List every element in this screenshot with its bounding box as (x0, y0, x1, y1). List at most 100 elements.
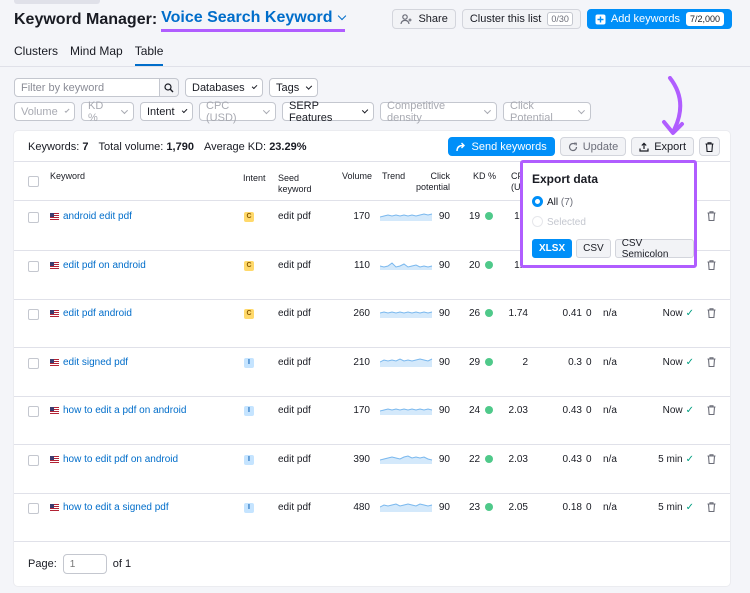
intent-filter-label: Intent (147, 105, 175, 118)
row-trash-icon[interactable] (707, 211, 716, 221)
pagination: Page: of 1 (28, 554, 131, 574)
cpc-value: 2.03 (508, 453, 528, 465)
intent-badge: C (244, 212, 254, 222)
search-button[interactable] (160, 78, 179, 97)
send-keywords-button[interactable]: Send keywords (447, 137, 555, 156)
cluster-button[interactable]: Cluster this list 0/30 (461, 9, 581, 29)
chevron-down-icon (578, 107, 586, 114)
click-potential-value: 90 (438, 211, 450, 222)
cpc-filter[interactable]: CPC (USD) (199, 100, 276, 124)
row-checkbox[interactable] (28, 406, 39, 417)
click-potential-value: 90 (438, 259, 450, 271)
format-csv-semicolon-button[interactable]: CSV Semicolon (614, 238, 694, 260)
share-button[interactable]: Share (392, 9, 456, 29)
view-tabs: Clusters Mind Map Table (14, 44, 164, 66)
table-row: how to edit a signed pdf Iedit pdf 480 90 23… (14, 494, 730, 542)
col-kd[interactable]: KD % (473, 171, 496, 182)
col-click-potential[interactable]: Click potential (414, 171, 450, 193)
click-potential-value: 90 (438, 308, 450, 319)
row-checkbox[interactable] (28, 309, 39, 320)
updated-status: Now ✓ (662, 356, 694, 368)
updated-status: Now ✓ (662, 405, 694, 416)
zero-click-value: 0 (586, 453, 592, 465)
row-checkbox[interactable] (28, 454, 39, 466)
updated-status: 5 min ✓ (658, 453, 694, 465)
row-trash-icon[interactable] (707, 453, 716, 464)
col-volume[interactable]: Volume (342, 171, 372, 182)
delete-button[interactable] (699, 137, 720, 156)
tags-dropdown[interactable]: Tags (269, 78, 318, 97)
select-all-checkbox[interactable] (28, 176, 39, 187)
page-label: Page: (28, 558, 57, 570)
intent-filter[interactable]: Intent (140, 102, 193, 121)
volume-value: 170 (353, 405, 370, 416)
us-flag-icon (50, 504, 59, 511)
competition-value: 0.41 (562, 308, 582, 319)
update-button[interactable]: Update (559, 137, 627, 156)
table-row: edit pdf android Cedit pdf 260 90 26 1.74 0.41… (14, 300, 730, 348)
col-keyword[interactable]: Keyword (50, 171, 85, 182)
row-trash-icon[interactable] (707, 356, 716, 367)
databases-dropdown[interactable]: Databases (185, 78, 263, 97)
competitive-density-filter[interactable]: Competitive density (380, 100, 497, 124)
intent-badge: I (244, 503, 254, 513)
tab-clusters[interactable]: Clusters (14, 44, 58, 66)
keyword-link[interactable]: android edit pdf (50, 211, 132, 222)
row-trash-icon[interactable] (707, 308, 716, 318)
row-trash-icon[interactable] (707, 405, 716, 415)
kd-value: 19 (469, 211, 494, 222)
row-trash-icon[interactable] (707, 259, 716, 270)
table-row: how to edit a pdf on android Iedit pdf 170… (14, 397, 730, 445)
plus-box-icon (595, 14, 606, 24)
keywords-summary: Keywords: 7 (28, 141, 89, 153)
volume-filter[interactable]: Volume (14, 102, 75, 121)
zero-click-value: 0 (586, 356, 592, 368)
us-flag-icon (50, 310, 59, 317)
export-all-radio[interactable] (532, 196, 543, 207)
checkmark-icon: ✓ (685, 502, 694, 513)
tab-mind-map[interactable]: Mind Map (70, 44, 123, 66)
cpc-value: 2 (522, 356, 528, 368)
kd-difficulty-dot (485, 260, 494, 269)
volume-value: 260 (353, 308, 370, 319)
chevron-down-icon (484, 107, 492, 114)
col-intent[interactable]: Intent (243, 173, 266, 184)
annotation-arrow (662, 76, 684, 135)
table-summary: Keywords: 7 Total volume: 1,790 Average … (28, 141, 307, 153)
volume-value: 390 (353, 453, 370, 465)
click-potential-filter[interactable]: Click Potential (503, 100, 591, 124)
keyword-link[interactable]: how to edit a pdf on android (50, 405, 186, 416)
tab-table[interactable]: Table (134, 44, 164, 66)
export-all-label[interactable]: All (7) (547, 197, 573, 208)
row-checkbox[interactable] (28, 260, 39, 272)
row-checkbox[interactable] (28, 357, 39, 369)
export-selected-radio (532, 216, 543, 227)
table-row: how to edit pdf on android Iedit pdf 390 90… (14, 446, 730, 494)
format-csv-button[interactable]: CSV (576, 239, 611, 258)
filter-keyword-input[interactable] (14, 78, 160, 97)
keyword-link[interactable]: how to edit pdf on android (50, 454, 178, 465)
project-selector[interactable]: Voice Search Keyword (161, 8, 347, 32)
col-trend[interactable]: Trend (382, 171, 405, 182)
add-keywords-button[interactable]: Add keywords 7/2,000 (586, 9, 732, 29)
serp-features-value: n/a (603, 502, 617, 513)
keyword-link[interactable]: how to edit a signed pdf (50, 502, 169, 513)
competition-value: 0.3 (568, 356, 582, 368)
row-checkbox[interactable] (28, 212, 39, 223)
keyword-link[interactable]: edit pdf on android (50, 260, 146, 271)
row-trash-icon[interactable] (707, 502, 716, 512)
kd-difficulty-dot (485, 212, 494, 220)
competition-value: 0.18 (562, 502, 582, 513)
zero-click-value: 0 (586, 405, 592, 416)
serp-features-filter[interactable]: SERP Features (282, 100, 374, 124)
row-checkbox[interactable] (28, 503, 39, 514)
keyword-link[interactable]: edit pdf android (50, 308, 132, 319)
keyword-link[interactable]: edit signed pdf (50, 357, 128, 368)
export-button[interactable]: Export (631, 137, 694, 156)
kd-filter[interactable]: KD % (81, 100, 134, 124)
us-flag-icon (50, 213, 59, 220)
col-seed-keyword[interactable]: Seed keyword (278, 173, 312, 195)
keyword-filter (14, 78, 179, 97)
format-xlsx-button[interactable]: XLSX (532, 239, 573, 258)
page-number-input[interactable] (62, 554, 107, 574)
